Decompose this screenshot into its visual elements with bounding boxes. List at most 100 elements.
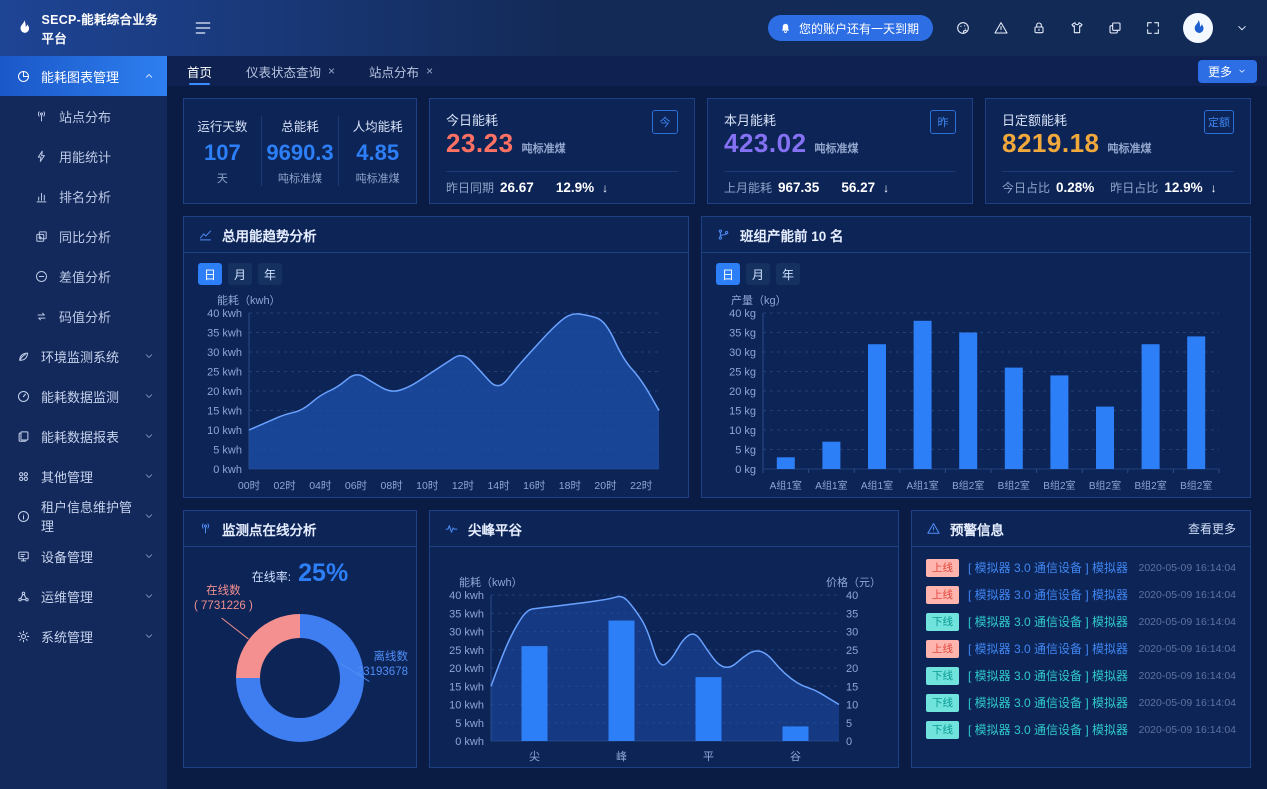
kpi-footer-label: 昨日同期	[446, 179, 494, 196]
status-badge: 上线	[926, 559, 959, 577]
chevron-down-icon	[143, 510, 155, 522]
tab-label: 仪表状态查询	[246, 62, 321, 81]
svg-text:20: 20	[846, 663, 858, 675]
panel-title: 监测点在线分析	[222, 519, 317, 539]
alert-row[interactable]: 下线 [ 模拟器 3.0 通信设备 ] 模拟器 3.0... 2020-05-0…	[912, 689, 1250, 716]
sidebar-group[interactable]: 能耗数据监测	[0, 376, 167, 416]
tab-item[interactable]: 站点分布 ×	[369, 62, 433, 81]
kpi-footer-value: 967.35	[778, 180, 819, 195]
alert-row[interactable]: 上线 [ 模拟器 3.0 通信设备 ] 模拟器 3.0... 2020-05-0…	[912, 635, 1250, 662]
branch-icon	[716, 227, 731, 242]
down-arrow-icon: ↓	[602, 181, 608, 195]
sidebar-subitem[interactable]: 用能统计	[0, 136, 167, 176]
svg-text:谷: 谷	[790, 750, 801, 763]
svg-text:B组2室: B组2室	[952, 479, 984, 492]
period-tab[interactable]: 年	[776, 263, 800, 285]
alert-row[interactable]: 下线 [ 模拟器 3.0 通信设备 ] 模拟器 3.0... 2020-05-0…	[912, 716, 1250, 743]
tab-home[interactable]: 首页	[187, 56, 212, 86]
sidebar-group[interactable]: 环境监测系统	[0, 336, 167, 376]
panel-title: 尖峰平谷	[468, 519, 522, 539]
svg-text:06时: 06时	[345, 480, 368, 492]
rank-chart-panel: 班组产能前 10 名 日月年 0 kg5 kg10 kg15 kg20 kg25…	[701, 216, 1251, 498]
sidebar: 能耗图表管理 站点分布 用能统计 排名分析 同比分析	[0, 56, 167, 789]
period-tab[interactable]: 月	[746, 263, 770, 285]
stat-label: 总能耗	[262, 116, 339, 135]
warning-icon[interactable]	[993, 20, 1009, 36]
sidebar-group[interactable]: 租户信息维护管理	[0, 496, 167, 536]
sidebar-subitem[interactable]: 差值分析	[0, 256, 167, 296]
period-tab[interactable]: 日	[198, 263, 222, 285]
view-more-link[interactable]: 查看更多	[1188, 520, 1236, 537]
svg-text:25 kwh: 25 kwh	[449, 645, 484, 657]
copy-translate-icon[interactable]	[1107, 20, 1123, 36]
sidebar-subitem-label: 站点分布	[59, 107, 155, 126]
gauge-icon	[16, 389, 31, 404]
chevron-up-icon	[143, 70, 155, 82]
sidebar-subitem[interactable]: 同比分析	[0, 216, 167, 256]
account-expiry-notice[interactable]: 您的账户还有一天到期	[768, 15, 933, 41]
sidebar-subitem[interactable]: 码值分析	[0, 296, 167, 336]
svg-text:0 kwh: 0 kwh	[213, 464, 242, 476]
alert-time: 2020-05-09 16:14:04	[1139, 643, 1237, 655]
sidebar-subitem[interactable]: 排名分析	[0, 176, 167, 216]
alert-text: [ 模拟器 3.0 通信设备 ] 模拟器 3.0...	[968, 559, 1130, 576]
alert-text: [ 模拟器 3.0 通信设备 ] 模拟器 3.0...	[968, 613, 1130, 630]
layers-icon	[34, 229, 49, 244]
alert-row[interactable]: 下线 [ 模拟器 3.0 通信设备 ] 模拟器 3.0... 2020-05-0…	[912, 662, 1250, 689]
sidebar-subitem-label: 用能统计	[59, 147, 155, 166]
stat-unit: 天	[184, 170, 261, 186]
svg-text:25: 25	[846, 645, 858, 657]
svg-text:平: 平	[703, 751, 714, 763]
sidebar-group[interactable]: 运维管理	[0, 576, 167, 616]
period-tab[interactable]: 年	[258, 263, 282, 285]
sidebar-group[interactable]: 设备管理	[0, 536, 167, 576]
close-icon[interactable]: ×	[426, 64, 433, 78]
period-tab[interactable]: 月	[228, 263, 252, 285]
sidebar-group[interactable]: 其他管理	[0, 456, 167, 496]
chevron-down-icon	[143, 590, 155, 602]
stat-label: 运行天数	[184, 116, 261, 135]
svg-text:10时: 10时	[416, 480, 439, 492]
sidebar-group[interactable]: 系统管理	[0, 616, 167, 656]
trend-chart-svg: 0 kwh5 kwh10 kwh15 kwh20 kwh25 kwh30 kwh…	[199, 289, 673, 497]
svg-text:35 kg: 35 kg	[729, 328, 756, 340]
alert-time: 2020-05-09 16:14:04	[1139, 616, 1237, 628]
antenna-icon	[34, 109, 49, 124]
stat-value: 107	[184, 140, 261, 166]
user-menu-chevron-icon[interactable]	[1235, 21, 1249, 35]
stat-value: 4.85	[339, 140, 416, 166]
fullscreen-icon[interactable]	[1145, 20, 1161, 36]
online-count-label: 在线数 ( 7731226 )	[194, 584, 253, 614]
grid-dots-icon	[16, 469, 31, 484]
swap-icon	[34, 309, 49, 324]
app-title: SECP-能耗综合业务平台	[41, 9, 167, 47]
sidebar-subitem-label: 排名分析	[59, 187, 155, 206]
svg-text:5 kwh: 5 kwh	[213, 445, 242, 457]
status-badge: 下线	[926, 613, 959, 631]
svg-text:能耗（kwh）: 能耗（kwh）	[217, 293, 281, 307]
tab-item[interactable]: 仪表状态查询 ×	[246, 62, 335, 81]
alert-row[interactable]: 上线 [ 模拟器 3.0 通信设备 ] 模拟器 3.0... 2020-05-0…	[912, 554, 1250, 581]
theme-shirt-icon[interactable]	[1069, 20, 1085, 36]
alert-row[interactable]: 下线 [ 模拟器 3.0 通信设备 ] 模拟器 3.0... 2020-05-0…	[912, 608, 1250, 635]
online-rate-label: 在线率:	[252, 568, 291, 585]
more-tabs-button[interactable]: 更多	[1198, 60, 1257, 83]
alert-row[interactable]: 上线 [ 模拟器 3.0 通信设备 ] 模拟器 3.0... 2020-05-0…	[912, 581, 1250, 608]
svg-text:0: 0	[846, 736, 852, 748]
period-tab[interactable]: 日	[716, 263, 740, 285]
palette-icon[interactable]	[955, 20, 971, 36]
kpi-value: 23.23	[446, 128, 514, 159]
svg-text:40 kwh: 40 kwh	[207, 308, 242, 320]
sidebar-group-energy-charts[interactable]: 能耗图表管理	[0, 56, 167, 96]
svg-text:20 kg: 20 kg	[729, 386, 756, 398]
sidebar-subitem[interactable]: 站点分布	[0, 96, 167, 136]
close-icon[interactable]: ×	[328, 64, 335, 78]
lock-icon[interactable]	[1031, 20, 1047, 36]
sidebar-group[interactable]: 能耗数据报表	[0, 416, 167, 456]
user-avatar[interactable]	[1183, 13, 1213, 43]
svg-text:15 kwh: 15 kwh	[449, 681, 484, 693]
collapse-menu-icon[interactable]	[193, 18, 213, 38]
kpi-footer-value: 56.27	[841, 180, 875, 195]
summary-stat: 人均能耗 4.85 吨标准煤	[338, 116, 416, 186]
status-badge: 下线	[926, 667, 959, 685]
